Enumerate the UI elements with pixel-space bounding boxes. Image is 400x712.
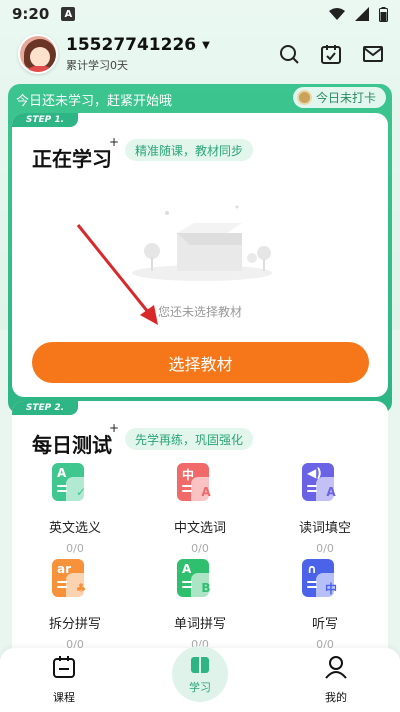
step2-title: 每日测试 bbox=[32, 433, 112, 457]
account-switcher[interactable]: 15527741226 ▼ bbox=[66, 35, 210, 55]
tab-study[interactable]: 学习 bbox=[172, 646, 228, 702]
test-item-dictation[interactable]: ∩ 中 听写 0/0 bbox=[262, 559, 388, 651]
listen-fill-icon: ◀) A bbox=[302, 463, 348, 509]
test-item-label: 单词拼写 bbox=[173, 617, 226, 632]
step1-title: 正在学习 bbox=[32, 147, 112, 171]
mail-icon[interactable] bbox=[362, 43, 384, 65]
tab-study-label: 学习 bbox=[189, 680, 211, 694]
sparkle-icon: + bbox=[109, 421, 120, 435]
signal-icon bbox=[355, 7, 369, 21]
headphones-icon: ∩ 中 bbox=[302, 559, 348, 605]
word-spell-icon: A B bbox=[177, 559, 223, 605]
step1-card: STEP 1. 正在学习 + 精准随课，教材同步 您还未选择教材 选择教材 bbox=[12, 113, 388, 397]
bottom-nav: 课程 学习 我的 bbox=[0, 646, 400, 712]
step1-subtitle-pill: 精准随课，教材同步 bbox=[125, 139, 254, 161]
person-icon bbox=[325, 656, 347, 679]
user-header: 15527741226 ▼ 累计学习0天 bbox=[18, 32, 384, 76]
tab-mine[interactable]: 我的 bbox=[296, 654, 376, 705]
checkin-medal-icon bbox=[296, 90, 312, 105]
search-icon[interactable] bbox=[278, 43, 300, 65]
notification-icon: A bbox=[61, 7, 76, 21]
test-item-label: 读词填空 bbox=[298, 521, 351, 536]
tab-courses[interactable]: 课程 bbox=[24, 654, 104, 705]
test-item-count: 0/0 bbox=[66, 542, 84, 555]
chinese-word-icon: 中 A bbox=[177, 463, 223, 509]
step2-tag: STEP 2. bbox=[12, 401, 78, 415]
test-item-chinese-word[interactable]: 中 A 中文选词 0/0 bbox=[137, 463, 263, 555]
status-time: 9:20 bbox=[12, 5, 50, 23]
battery-icon bbox=[379, 6, 388, 22]
split-spell-icon: ar ♣ bbox=[52, 559, 98, 605]
tab-courses-label: 课程 bbox=[53, 691, 75, 704]
calendar-icon[interactable] bbox=[320, 43, 342, 65]
avatar[interactable] bbox=[18, 34, 58, 74]
test-item-count: 0/0 bbox=[316, 542, 334, 555]
test-item-count: 0/0 bbox=[191, 542, 209, 555]
step2-card: STEP 2. 每日测试 + 先学再练，巩固强化 A ✓ 英文选义 0/0 中 … bbox=[12, 401, 388, 661]
calendar-board-icon bbox=[53, 656, 75, 678]
study-days: 累计学习0天 bbox=[66, 59, 128, 72]
test-item-word-spell[interactable]: A B 单词拼写 0/0 bbox=[137, 559, 263, 651]
arrow-annotation-icon bbox=[76, 224, 158, 325]
wifi-icon bbox=[329, 8, 345, 20]
test-item-split-spell[interactable]: ar ♣ 拆分拼写 0/0 bbox=[12, 559, 138, 651]
test-item-label: 英文选义 bbox=[48, 521, 101, 536]
test-item-english-meaning[interactable]: A ✓ 英文选义 0/0 bbox=[12, 463, 138, 555]
tab-mine-label: 我的 bbox=[325, 691, 347, 704]
phone-number: 15527741226 bbox=[66, 35, 197, 55]
step2-subtitle-pill: 先学再练，巩固强化 bbox=[125, 428, 254, 450]
step1-tag: STEP 1. bbox=[12, 113, 78, 127]
checkin-badge[interactable]: 今日未打卡 bbox=[292, 87, 386, 108]
english-meaning-icon: A ✓ bbox=[52, 463, 98, 509]
caret-down-icon: ▼ bbox=[202, 39, 210, 51]
test-item-listen-fill[interactable]: ◀) A 读词填空 0/0 bbox=[262, 463, 388, 555]
empty-state-text: 您还未选择教材 bbox=[157, 305, 242, 319]
test-item-label: 中文选词 bbox=[173, 521, 226, 536]
sparkle-icon: + bbox=[109, 135, 120, 149]
test-item-label: 听写 bbox=[311, 617, 338, 632]
book-icon bbox=[191, 656, 209, 673]
test-item-label: 拆分拼写 bbox=[48, 617, 101, 632]
select-textbook-button[interactable]: 选择教材 bbox=[32, 342, 369, 383]
banner-message: 今日还未学习，赶紧开始哦 bbox=[16, 94, 173, 109]
status-bar: 9:20 A bbox=[0, 0, 400, 28]
checkin-label: 今日未打卡 bbox=[315, 91, 376, 105]
user-info[interactable]: 15527741226 ▼ 累计学习0天 bbox=[66, 35, 210, 73]
